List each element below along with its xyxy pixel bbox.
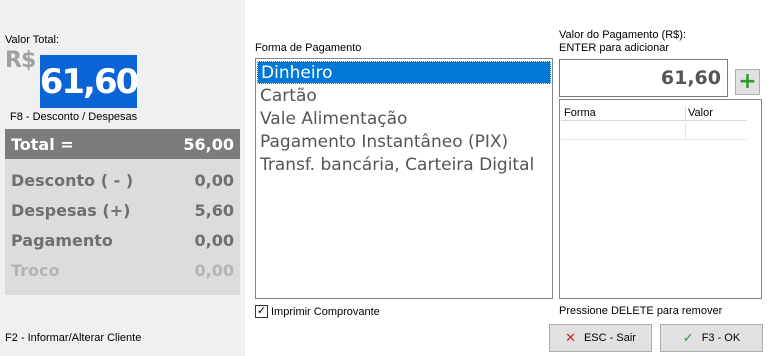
ok-button[interactable]: ✓ F3 - OK xyxy=(660,324,763,352)
payment-method-item[interactable]: Pagamento Instantâneo (PIX) xyxy=(257,131,551,154)
troco-row: Troco 0,00 xyxy=(5,255,240,285)
payment-value-label: Valor do Pagamento (R$): ENTER para adic… xyxy=(559,29,686,55)
payment-value-label-line1: Valor do Pagamento (R$): xyxy=(559,29,686,41)
payment-value-label-line2: ENTER para adicionar xyxy=(559,42,670,54)
exit-button[interactable]: ✕ ESC - Sair xyxy=(549,324,652,352)
despesas-row: Despesas (+) 5,60 xyxy=(5,195,240,225)
check-icon: ✓ xyxy=(682,330,694,346)
currency-symbol: R$ xyxy=(5,48,36,73)
pagamento-row: Pagamento 0,00 xyxy=(5,225,240,255)
total-value: 56,00 xyxy=(183,134,234,154)
desconto-value: 0,00 xyxy=(194,170,234,190)
totals-summary: Total = 56,00 Desconto ( - ) 0,00 Despes… xyxy=(5,129,240,295)
grid-row[interactable] xyxy=(561,122,747,140)
despesas-label: Despesas (+) xyxy=(11,200,131,220)
payment-method-item[interactable]: Transf. bancária, Carteira Digital xyxy=(257,154,551,177)
plus-icon: + xyxy=(738,69,757,94)
grid-cell-valor[interactable] xyxy=(686,122,747,139)
desconto-label: Desconto ( - ) xyxy=(11,170,134,190)
close-icon: ✕ xyxy=(565,330,576,346)
despesas-value: 5,60 xyxy=(194,200,234,220)
forma-pagamento-label: Forma de Pagamento xyxy=(255,42,362,54)
f2-customer-hint: F2 - Informar/Alterar Cliente xyxy=(5,332,142,344)
f8-discount-hint: F8 - Desconto / Despesas xyxy=(10,111,138,123)
print-receipt-option[interactable]: ✓ Imprimir Comprovante xyxy=(255,305,380,318)
valor-total-label: Valor Total: xyxy=(5,34,60,46)
summary-panel: Valor Total: R$ 61,60 F8 - Desconto / De… xyxy=(0,0,245,356)
grid-cell-forma[interactable] xyxy=(561,122,686,139)
pagamento-value: 0,00 xyxy=(194,230,234,250)
add-payment-button[interactable]: + xyxy=(735,69,760,95)
desconto-row: Desconto ( - ) 0,00 xyxy=(5,165,240,195)
delete-hint: Pressione DELETE para remover xyxy=(559,305,723,317)
payment-method-item[interactable]: Vale Alimentação xyxy=(257,108,551,131)
total-row: Total = 56,00 xyxy=(5,129,240,159)
total-amount-display: 61,60 xyxy=(40,55,139,108)
troco-value: 0,00 xyxy=(194,260,234,280)
print-receipt-label[interactable]: Imprimir Comprovante xyxy=(271,306,380,318)
troco-label: Troco xyxy=(11,260,60,280)
exit-button-label: ESC - Sair xyxy=(583,332,636,344)
payment-method-item[interactable]: Dinheiro xyxy=(257,61,551,84)
payment-method-list[interactable]: Dinheiro Cartão Vale Alimentação Pagamen… xyxy=(255,58,553,299)
total-label: Total = xyxy=(11,134,74,154)
payment-value-input[interactable]: 61,60 xyxy=(559,59,728,97)
payments-grid[interactable]: Forma Valor xyxy=(559,99,762,299)
print-receipt-checkbox[interactable]: ✓ xyxy=(255,305,268,318)
grid-header: Forma Valor xyxy=(561,106,747,121)
grid-col-forma: Forma xyxy=(561,106,686,120)
payment-method-item[interactable]: Cartão xyxy=(257,85,551,108)
ok-button-label: F3 - OK xyxy=(701,332,741,344)
pagamento-label: Pagamento xyxy=(11,230,113,250)
grid-col-valor: Valor xyxy=(688,107,713,119)
